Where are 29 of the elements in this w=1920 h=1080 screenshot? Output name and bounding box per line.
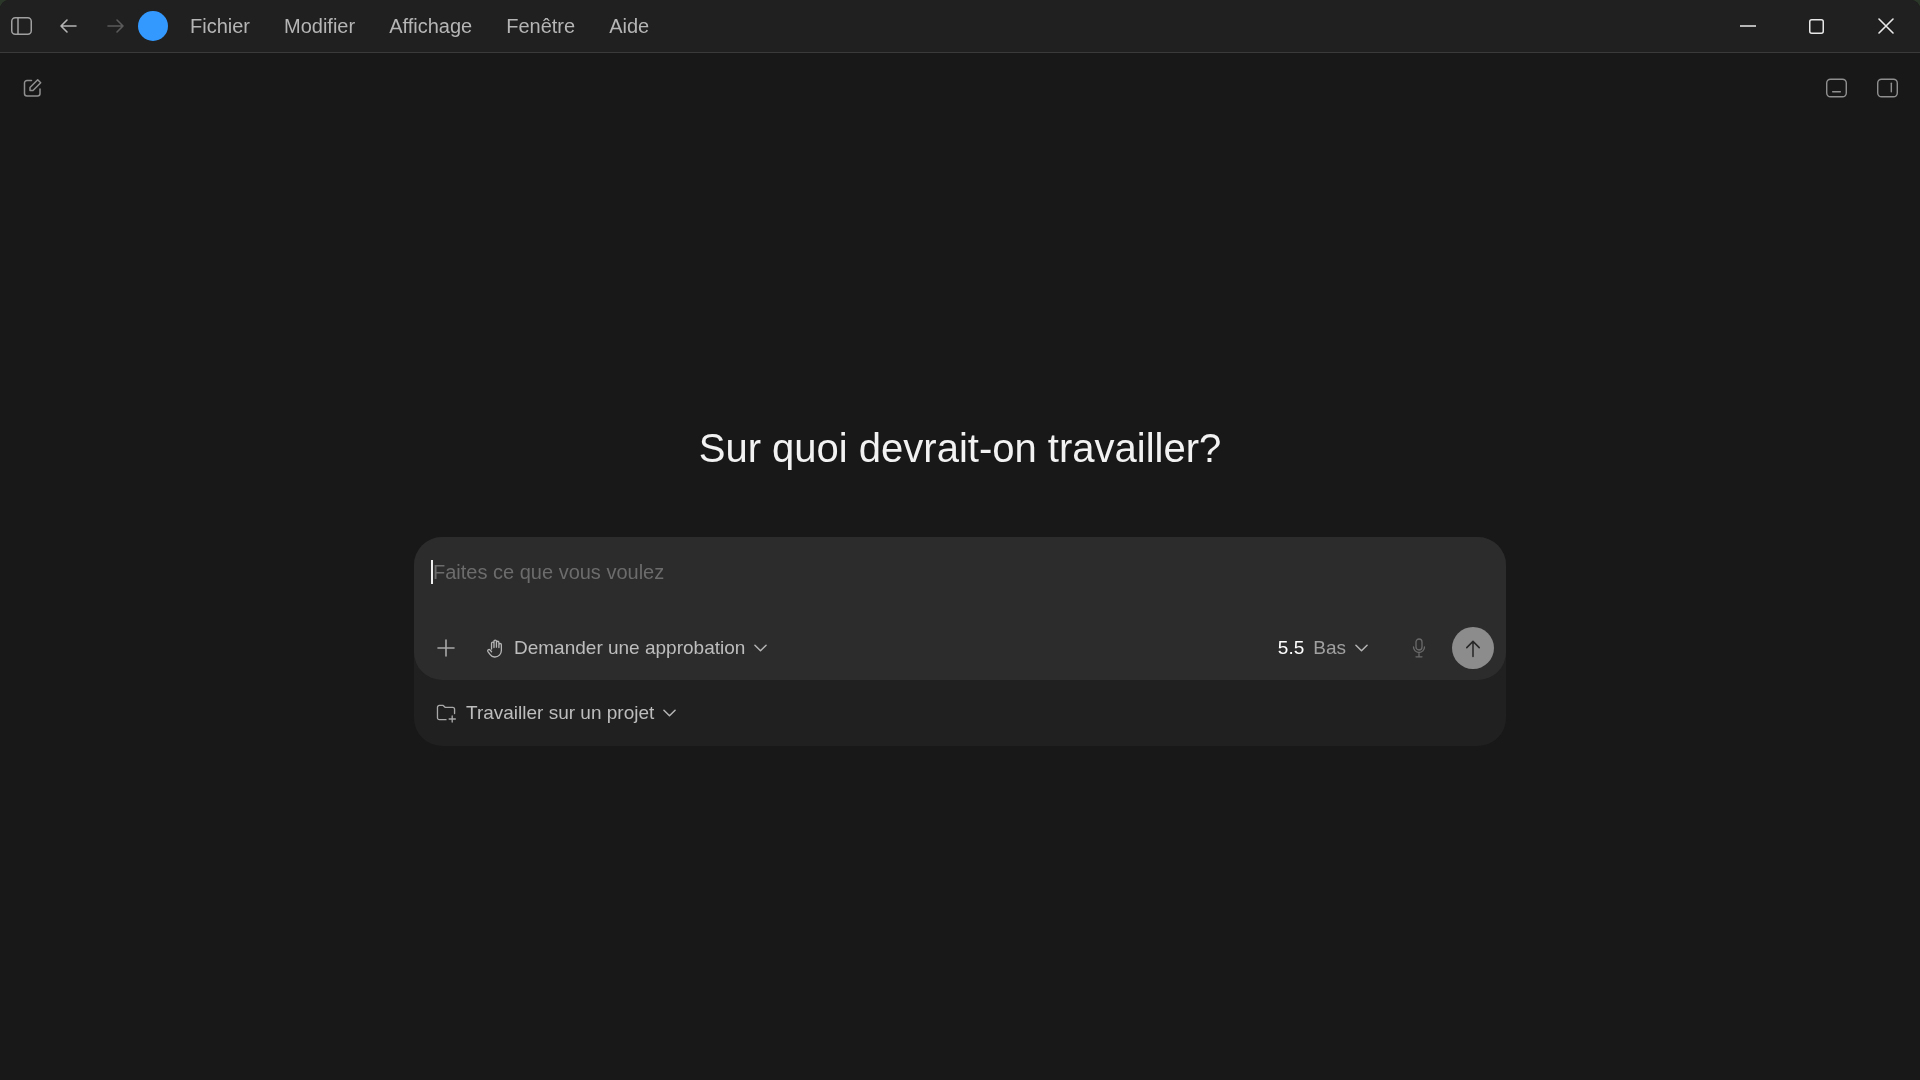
pencil-square-icon[interactable] bbox=[22, 78, 43, 98]
send-button[interactable] bbox=[1452, 627, 1494, 669]
prompt-input[interactable]: Faites ce que vous voulez bbox=[433, 555, 1494, 589]
hand-icon bbox=[487, 638, 504, 658]
model-dropdown[interactable]: 5.5 Bas bbox=[1277, 635, 1368, 661]
plus-icon[interactable] bbox=[437, 639, 455, 657]
panel-right-icon[interactable] bbox=[1877, 78, 1898, 98]
minimize-icon[interactable] bbox=[1739, 25, 1756, 27]
sidebar-toggle-icon[interactable] bbox=[11, 17, 32, 35]
project-dropdown[interactable]: Travailler sur un projet bbox=[436, 700, 677, 726]
folder-plus-icon bbox=[436, 703, 457, 723]
menu-item[interactable]: Aide bbox=[609, 13, 650, 39]
menu-item[interactable]: Fenêtre bbox=[506, 13, 576, 39]
close-icon[interactable] bbox=[1877, 18, 1894, 34]
caret-icon bbox=[663, 709, 677, 717]
back-arrow-icon[interactable] bbox=[59, 18, 77, 34]
page-heading: Sur quoi devrait-on travailler? bbox=[698, 425, 1222, 471]
caret-icon bbox=[754, 644, 768, 652]
microphone-icon[interactable] bbox=[1412, 638, 1426, 658]
menu-item[interactable]: Modifier bbox=[284, 13, 356, 39]
avatar-icon[interactable] bbox=[138, 11, 168, 41]
caret-icon bbox=[1355, 644, 1368, 652]
panel-bottom-icon[interactable] bbox=[1826, 78, 1847, 98]
arrow-up-icon bbox=[1465, 638, 1481, 658]
maximize-icon[interactable] bbox=[1809, 18, 1824, 34]
menu-item[interactable]: Fichier bbox=[190, 13, 250, 39]
approval-dropdown[interactable]: Demander une approbation bbox=[487, 635, 768, 661]
text-cursor-icon bbox=[431, 560, 433, 584]
menu-item[interactable]: Affichage bbox=[389, 13, 473, 39]
